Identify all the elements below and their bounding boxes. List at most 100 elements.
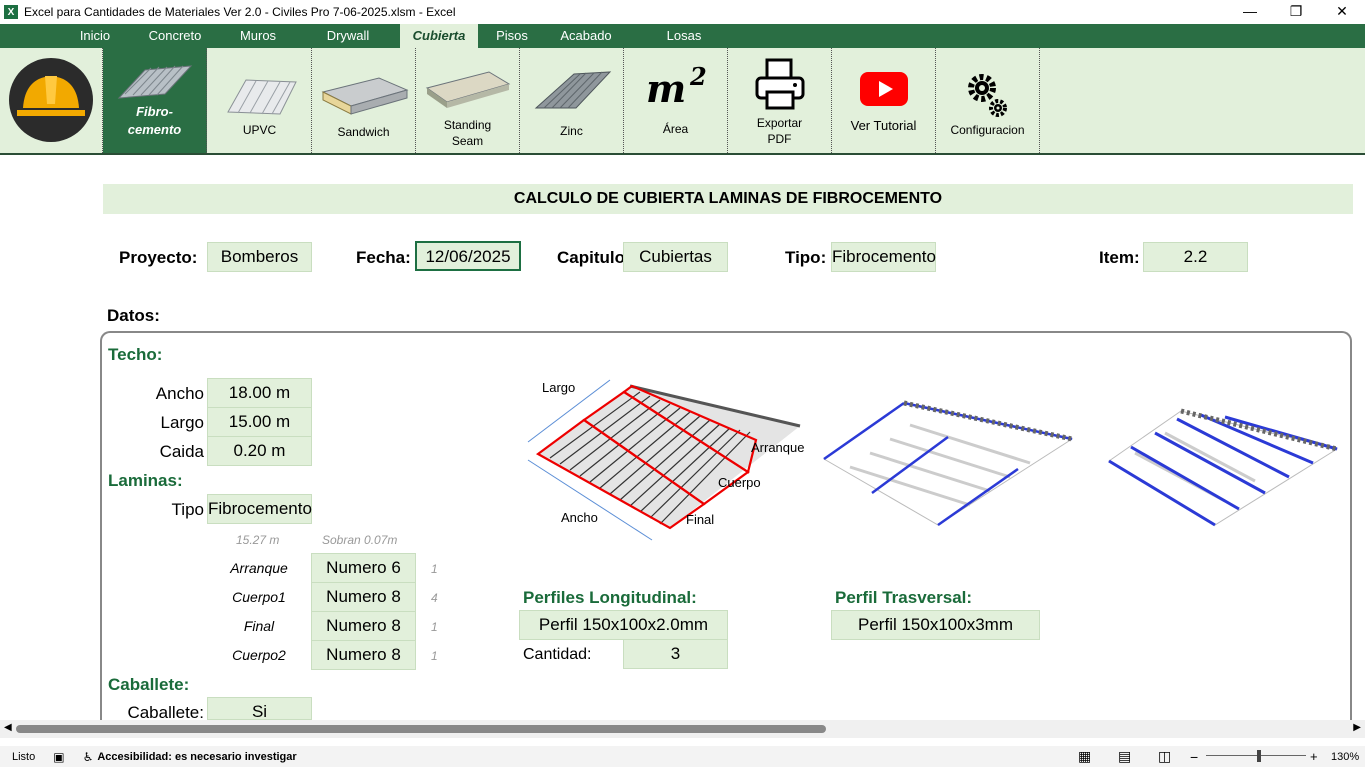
- perfiles-longitudinal-section: Perfiles Longitudinal:: [523, 588, 697, 607]
- zinc-button[interactable]: Zinc: [520, 48, 624, 153]
- tutorial-label: Ver Tutorial: [850, 118, 917, 133]
- scroll-right-icon[interactable]: ▶: [1353, 722, 1361, 733]
- sandwich-button[interactable]: Sandwich: [312, 48, 416, 153]
- proyecto-label: Proyecto:: [119, 248, 198, 267]
- configuracion-label: Configuracion: [950, 123, 1025, 137]
- tab-drywall[interactable]: Drywall: [315, 24, 381, 48]
- length-hint: 15.27 m: [236, 533, 280, 547]
- zoom-slider[interactable]: [1206, 755, 1306, 756]
- zoom-out-icon[interactable]: −: [1190, 749, 1198, 765]
- standing-seam-icon: [425, 71, 510, 108]
- window-controls: — ❐ ✕: [1227, 0, 1365, 24]
- macro-record-icon[interactable]: ▣: [53, 750, 64, 764]
- youtube-icon: [859, 72, 908, 106]
- item-cell[interactable]: 2.2: [1143, 242, 1248, 272]
- standing-seam-label-1: Standing: [443, 118, 492, 132]
- cantidad-label: Cantidad:: [523, 646, 592, 663]
- standing-seam-label-2: Seam: [451, 134, 484, 148]
- lam-tipo-cell[interactable]: Fibrocemento: [207, 494, 312, 524]
- diagram-arranque-label: Arranque: [751, 440, 805, 455]
- capitulo-cell[interactable]: Cubiertas: [623, 242, 728, 272]
- cuerpo2-count: 1: [431, 649, 438, 663]
- export-pdf-button[interactable]: Exportar PDF: [728, 48, 832, 153]
- close-button[interactable]: ✕: [1319, 0, 1365, 24]
- tutorial-button[interactable]: Ver Tutorial: [832, 48, 936, 153]
- final-label: Final: [243, 618, 275, 634]
- tab-inicio[interactable]: Inicio: [62, 24, 128, 48]
- arranque-cell[interactable]: Numero 6: [311, 553, 416, 583]
- restore-button[interactable]: ❐: [1273, 0, 1319, 24]
- cuerpo2-cell[interactable]: Numero 8: [311, 640, 416, 670]
- normal-view-icon[interactable]: ▦: [1078, 748, 1091, 765]
- largo-cell[interactable]: 15.00 m: [207, 407, 312, 437]
- page-break-icon[interactable]: ◫: [1158, 748, 1171, 765]
- horizontal-scrollbar[interactable]: ◀ ▶: [0, 720, 1365, 738]
- final-cell[interactable]: Numero 8: [311, 611, 416, 641]
- datos-label: Datos:: [107, 306, 160, 325]
- caida-cell[interactable]: 0.20 m: [207, 436, 312, 466]
- sandwich-label: Sandwich: [337, 125, 390, 139]
- tab-acabado[interactable]: Acabado: [552, 24, 620, 48]
- sandwich-panel-icon: [321, 77, 408, 115]
- perfil-longitudinal-cell[interactable]: Perfil 150x100x2.0mm: [519, 610, 728, 640]
- techo-section: Techo:: [108, 345, 163, 364]
- upvc-sheet-icon: [226, 79, 297, 115]
- caballete-row-label: Caballete:: [127, 703, 204, 719]
- tab-muros[interactable]: Muros: [228, 24, 288, 48]
- laminas-section: Laminas:: [108, 471, 183, 490]
- upvc-button[interactable]: UPVC: [208, 48, 312, 153]
- zinc-sheet-icon: [534, 71, 611, 109]
- arranque-label: Arranque: [230, 560, 288, 576]
- diagram-final-label: Final: [686, 512, 715, 527]
- minimize-button[interactable]: —: [1227, 0, 1273, 24]
- ancho-cell[interactable]: 18.00 m: [207, 378, 312, 408]
- zoom-level[interactable]: 130%: [1331, 751, 1359, 763]
- longitudinal-profiles-diagram: [823, 400, 1074, 527]
- scroll-left-icon[interactable]: ◀: [4, 722, 12, 733]
- area-exponent: 2: [690, 62, 707, 91]
- accessibility-icon[interactable]: ♿: [83, 750, 94, 764]
- accessibility-status[interactable]: Accesibilidad: es necesario investigar: [97, 751, 296, 763]
- final-count: 1: [431, 620, 438, 634]
- caballete-cell[interactable]: Si: [207, 697, 312, 720]
- diagram-ancho-label: Ancho: [561, 510, 598, 525]
- fecha-label: Fecha:: [356, 248, 411, 267]
- standing-seam-button[interactable]: Standing Seam: [416, 48, 520, 153]
- configuracion-button[interactable]: Configuracion: [936, 48, 1040, 153]
- fibrocemento-label-2: cemento: [127, 122, 182, 137]
- transverse-profiles-diagram: [1108, 408, 1339, 527]
- page-layout-icon[interactable]: ▤: [1118, 748, 1131, 765]
- proyecto-cell[interactable]: Bomberos: [207, 242, 312, 272]
- ribbon: Fibro- cemento UPVC Sandwich Standing Se…: [0, 48, 1365, 155]
- perfil-trasversal-cell[interactable]: Perfil 150x100x3mm: [831, 610, 1040, 640]
- zinc-label: Zinc: [560, 124, 583, 138]
- brand-logo: [0, 48, 103, 153]
- sheet-title: CALCULO DE CUBIERTA LAMINAS DE FIBROCEME…: [103, 184, 1353, 214]
- fibrocemento-label-1: Fibro-: [136, 104, 173, 119]
- tab-cubierta[interactable]: Cubierta: [400, 24, 478, 48]
- status-bar: Listo ▣ ♿ Accesibilidad: es necesario in…: [0, 746, 1365, 767]
- sobran-hint: Sobran 0.07m: [322, 533, 398, 547]
- export-pdf-label-1: Exportar: [756, 116, 803, 130]
- area-icon: m: [646, 66, 687, 111]
- helmet-logo-icon: [9, 58, 93, 142]
- tab-losas[interactable]: Losas: [656, 24, 712, 48]
- ancho-label: Ancho: [155, 384, 204, 403]
- tipo-cell[interactable]: Fibrocemento: [831, 242, 936, 272]
- zoom-in-icon[interactable]: +: [1310, 749, 1318, 764]
- cuerpo1-cell[interactable]: Numero 8: [311, 582, 416, 612]
- scroll-thumb[interactable]: [16, 725, 826, 733]
- tab-concreto[interactable]: Concreto: [138, 24, 212, 48]
- arranque-count: 1: [431, 562, 438, 576]
- cuerpo2-label: Cuerpo2: [232, 647, 286, 663]
- area-button[interactable]: m 2 Área: [624, 48, 728, 153]
- capitulo-label: Capitulo: [557, 248, 625, 267]
- fibrocemento-button[interactable]: Fibro- cemento: [103, 48, 207, 153]
- export-pdf-label-2: PDF: [767, 132, 792, 146]
- fecha-cell[interactable]: 12/06/2025: [415, 241, 521, 271]
- zoom-slider-thumb[interactable]: [1257, 750, 1261, 762]
- tab-pisos[interactable]: Pisos: [484, 24, 540, 48]
- cantidad-cell[interactable]: 3: [623, 639, 728, 669]
- diagram-cuerpo-label: Cuerpo: [718, 475, 761, 490]
- item-label: Item:: [1099, 248, 1140, 267]
